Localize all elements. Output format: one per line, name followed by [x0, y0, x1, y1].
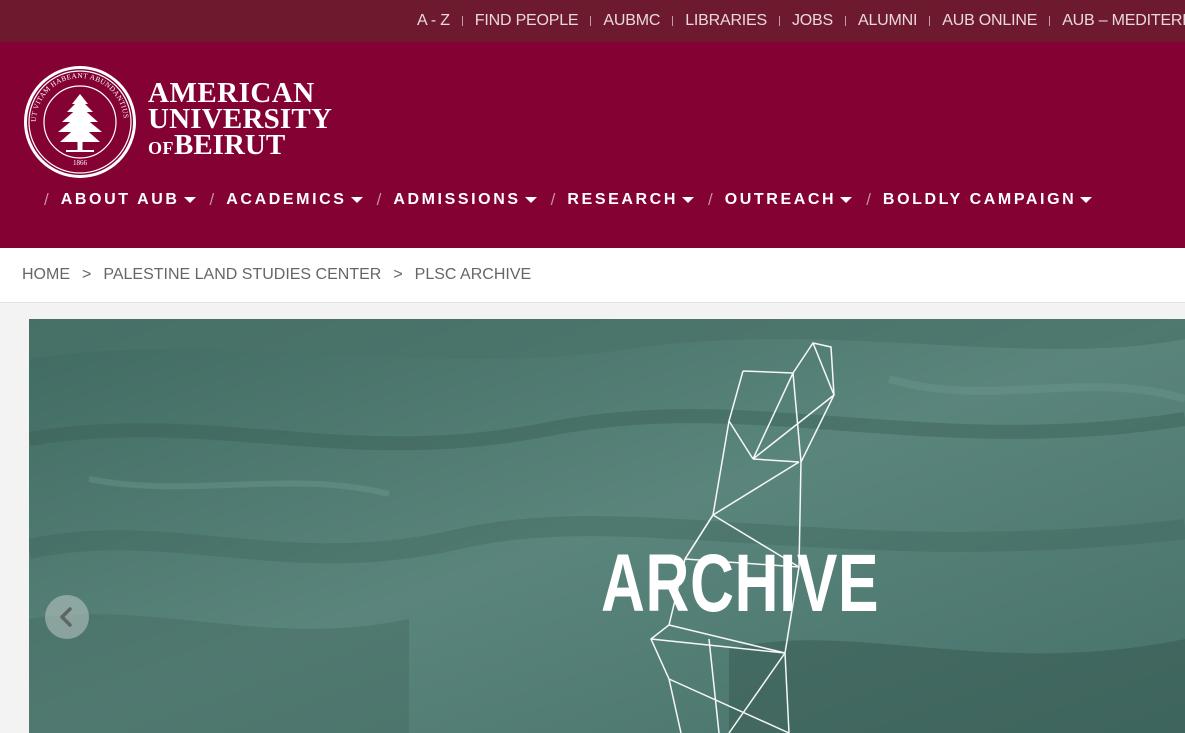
divider [590, 16, 592, 26]
caret-down-icon [183, 197, 196, 203]
hero-landscape-image [29, 319, 1185, 733]
nav-slash: / [376, 190, 382, 209]
nav-label: OUTREACH [724, 191, 837, 208]
wordmark-of: OF [148, 138, 174, 158]
utility-link-a-z[interactable]: A - Z [417, 12, 450, 30]
divider [779, 16, 780, 26]
caret-down-icon [681, 197, 694, 203]
breadcrumb-separator: > [82, 266, 92, 283]
caret-down-icon [840, 197, 853, 203]
seal-year: 1866 [73, 159, 88, 167]
wordmark-line-3: OFBEIRUT [148, 129, 332, 161]
divider [1049, 16, 1051, 26]
chevron-left-icon [60, 607, 72, 627]
nav-item-about-aub[interactable]: / ABOUT AUB [44, 190, 210, 210]
breadcrumb: HOME > PALESTINE LAND STUDIES CENTER > P… [0, 248, 1185, 303]
nav-slash: / [707, 190, 713, 209]
site-header: UT VITAM HABEANT ABUNDANTIUS HABEANT 186… [0, 42, 1185, 248]
university-wordmark: AMERICAN UNIVERSITY OFBEIRUT [148, 79, 332, 161]
caret-down-icon [1080, 197, 1093, 203]
nav-item-academics[interactable]: / ACADEMICS [210, 190, 377, 210]
utility-bar: A - Z FIND PEOPLE AUBMC LIBRARIES JOBS A… [0, 0, 1185, 42]
caret-down-icon [524, 197, 537, 203]
breadcrumb-home[interactable]: HOME [22, 266, 70, 284]
utility-link-libraries[interactable]: LIBRARIES [685, 12, 767, 30]
divider [929, 16, 931, 26]
main-nav: / ABOUT AUB / ACADEMICS / ADMISSIONS / RESEA… [44, 190, 1106, 210]
utility-link-aub-online[interactable]: AUB ONLINE [942, 12, 1037, 30]
nav-item-boldly-campaign[interactable]: / BOLDLY CAMPAIGN [866, 190, 1106, 210]
divider [672, 16, 674, 26]
nav-item-admissions[interactable]: / ADMISSIONS [377, 190, 551, 210]
nav-slash: / [209, 190, 215, 209]
breadcrumb-current: PLSC ARCHIVE [414, 266, 532, 283]
nav-item-outreach[interactable]: / OUTREACH [708, 190, 866, 210]
nav-label: BOLDLY CAMPAIGN [882, 191, 1077, 208]
nav-label: RESEARCH [567, 191, 678, 208]
nav-item-research[interactable]: / RESEARCH [551, 190, 708, 210]
hero-slider: ARCHIVE [29, 319, 1185, 733]
nav-label: ABOUT AUB [60, 191, 180, 208]
utility-nav: A - Z FIND PEOPLE AUBMC LIBRARIES JOBS A… [417, 0, 1185, 42]
divider [845, 16, 846, 26]
utility-link-aubmc[interactable]: AUBMC [603, 12, 660, 30]
university-seal-icon: UT VITAM HABEANT ABUNDANTIUS HABEANT 186… [22, 64, 136, 178]
divider [461, 16, 463, 26]
caret-down-icon [350, 197, 363, 203]
nav-label: ADMISSIONS [393, 191, 521, 208]
slider-prev-button[interactable] [45, 595, 89, 639]
utility-link-alumni[interactable]: ALUMNI [858, 12, 917, 30]
hero-title: ARCHIVE [601, 538, 880, 629]
nav-slash: / [44, 190, 49, 209]
nav-label: ACADEMICS [226, 191, 347, 208]
utility-link-jobs[interactable]: JOBS [792, 12, 833, 30]
nav-slash: / [550, 190, 556, 209]
breadcrumb-separator: > [393, 266, 403, 283]
wordmark-beirut: BEIRUT [174, 129, 286, 161]
utility-link-aub-mediterraneo[interactable]: AUB – MEDITERRANEO [1062, 12, 1185, 30]
nav-slash: / [866, 190, 871, 209]
breadcrumb-plsc[interactable]: PALESTINE LAND STUDIES CENTER [103, 266, 381, 284]
utility-link-find-people[interactable]: FIND PEOPLE [475, 12, 579, 30]
